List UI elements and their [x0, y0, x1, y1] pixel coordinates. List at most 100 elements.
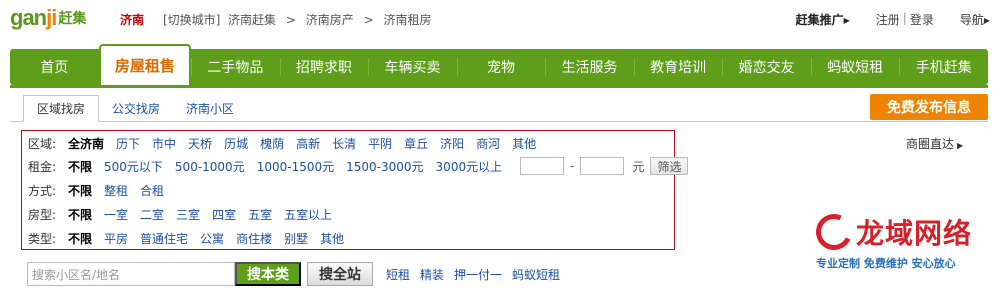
current-city: 济南: [120, 13, 145, 27]
nav-item-shortrent[interactable]: 蚂蚁短租: [810, 49, 900, 85]
filter-row-room: 房型: 不限 一室 二室 三室 四室 五室 五室以上: [28, 203, 344, 225]
filter-option[interactable]: 其他: [512, 135, 536, 152]
business-district-label: 商圈直达: [906, 137, 955, 151]
watermark-logo: 龙域网络 专业定制 免费维护 安心放心: [810, 208, 992, 272]
filter-option[interactable]: 历城: [224, 135, 248, 152]
logo-cn: 赶集: [58, 11, 87, 27]
nav-item-education[interactable]: 教育培训: [633, 49, 723, 85]
filter-row-area: 区域: 全济南 历下 市中 天桥 历城 槐荫 高新 长清 平阴 章丘 济阳 商河…: [28, 132, 548, 154]
filter-label: 方式:: [28, 183, 57, 198]
filter-option[interactable]: 不限: [68, 182, 92, 199]
filter-option[interactable]: 平房: [104, 230, 128, 247]
tab-bus-search[interactable]: 公交找房: [99, 95, 173, 121]
quick-link[interactable]: 押一付一: [454, 266, 502, 283]
filter-option[interactable]: 商河: [476, 135, 500, 152]
switch-city-link[interactable]: [切换城市]: [163, 11, 220, 28]
filter-option[interactable]: 1000-1500元: [257, 158, 334, 175]
main-nav: 首页 房屋租售 二手物品 招聘求职 车辆买卖 宠物 生活服务 教育培训 婚恋交友…: [10, 44, 988, 85]
filter-label: 区域:: [28, 136, 57, 151]
filter-option[interactable]: 整租: [104, 182, 128, 199]
promo-label: 赶集推广: [795, 13, 844, 27]
filter-option[interactable]: 500-1000元: [175, 158, 245, 175]
rent-max-input[interactable]: [580, 157, 625, 175]
filter-option[interactable]: 五室: [248, 206, 272, 223]
filter-option[interactable]: 合租: [140, 182, 164, 199]
filter-option[interactable]: 天桥: [188, 135, 212, 152]
search-site-button[interactable]: 搜全站: [307, 262, 373, 286]
breadcrumb-item[interactable]: 济南房产: [306, 13, 354, 27]
caret-right-icon: ▶: [983, 16, 990, 25]
nav-item-jobs[interactable]: 招聘求职: [279, 49, 369, 85]
filter-option[interactable]: 五室以上: [284, 206, 332, 223]
nav-item-home[interactable]: 首页: [10, 49, 99, 85]
search-placeholder: 搜索小区名/地名: [32, 267, 121, 282]
filter-option[interactable]: 公寓: [200, 230, 224, 247]
nav-item-cars[interactable]: 车辆买卖: [368, 49, 457, 85]
filter-option[interactable]: 全济南: [68, 135, 104, 152]
caret-right-icon: ▶: [843, 16, 850, 25]
nav-menu[interactable]: 导航▶: [960, 11, 990, 28]
nav-item-pets[interactable]: 宠物: [456, 49, 546, 85]
search-category-button[interactable]: 搜本类: [235, 262, 301, 286]
filter-option[interactable]: 平阴: [368, 135, 392, 152]
watermark-title: 龙域网络: [856, 217, 973, 250]
filter-option[interactable]: 普通住宅: [140, 230, 188, 247]
breadcrumb-separator: >: [285, 13, 296, 27]
business-district-link[interactable]: 商圈直达 ▶: [906, 135, 963, 152]
logo-mark: ganji: [10, 5, 57, 30]
filter-option[interactable]: 一室: [104, 206, 128, 223]
site-logo[interactable]: ganji 赶集: [10, 4, 86, 32]
filter-option[interactable]: 长清: [332, 135, 356, 152]
top-right-links: 赶集推广▶ 注册 | 登录 导航▶: [796, 11, 990, 28]
filter-box: 区域: 全济南 历下 市中 天桥 历城 槐荫 高新 长清 平阴 章丘 济阳 商河…: [21, 130, 689, 250]
filter-option[interactable]: 3000元以上: [436, 158, 503, 175]
quick-links: 短租 精装 押一付一 蚂蚁短租: [386, 266, 560, 283]
filter-option[interactable]: 四室: [212, 206, 236, 223]
filter-option[interactable]: 不限: [68, 230, 92, 247]
separator: |: [902, 11, 907, 25]
rent-filter-button[interactable]: 筛选: [650, 157, 689, 175]
quick-link[interactable]: 精装: [420, 266, 444, 283]
tab-area-search[interactable]: 区域找房: [23, 95, 100, 122]
nav-item-dating[interactable]: 婚恋交友: [722, 49, 811, 85]
watermark-mark-icon: [810, 208, 858, 256]
rent-unit: 元: [632, 159, 645, 174]
filter-option[interactable]: 济阳: [440, 135, 464, 152]
filter-option[interactable]: 其他: [320, 230, 344, 247]
login-link[interactable]: 登录: [910, 11, 934, 28]
search-input[interactable]: 搜索小区名/地名: [27, 262, 235, 286]
filter-option[interactable]: 章丘: [404, 135, 428, 152]
top-bar: ganji 赶集 济南 [切换城市] 济南赶集 > 济南房产 > 济南租房 赶集…: [0, 0, 1000, 38]
publish-button[interactable]: 免费发布信息: [870, 94, 988, 120]
filter-option[interactable]: 商住楼: [236, 230, 272, 247]
filter-option[interactable]: 1500-3000元: [346, 158, 423, 175]
filter-label: 租金:: [28, 159, 57, 174]
breadcrumb: 济南赶集 > 济南房产 > 济南租房: [228, 11, 431, 28]
search-tabs: 区域找房 公交找房 济南小区: [10, 95, 988, 122]
filter-option[interactable]: 三室: [176, 206, 200, 223]
filter-option[interactable]: 市中: [152, 135, 176, 152]
nav-underline: [10, 85, 988, 88]
nav-item-secondhand[interactable]: 二手物品: [191, 49, 280, 85]
quick-link[interactable]: 短租: [386, 266, 410, 283]
promo-menu[interactable]: 赶集推广▶: [796, 11, 850, 28]
tab-neighborhood[interactable]: 济南小区: [173, 95, 247, 121]
filter-option[interactable]: 不限: [68, 158, 92, 175]
quick-link[interactable]: 蚂蚁短租: [512, 266, 560, 283]
filter-label: 房型:: [28, 207, 57, 222]
filter-option[interactable]: 二室: [140, 206, 164, 223]
nav-item-housing[interactable]: 房屋租售: [98, 44, 192, 85]
register-link[interactable]: 注册: [876, 11, 900, 28]
rent-dash: -: [570, 159, 575, 173]
rent-min-input[interactable]: [520, 157, 565, 175]
breadcrumb-item[interactable]: 济南租房: [383, 13, 431, 27]
filter-option[interactable]: 500元以下: [104, 158, 163, 175]
nav-item-services[interactable]: 生活服务: [545, 49, 634, 85]
filter-option[interactable]: 槐荫: [260, 135, 284, 152]
breadcrumb-item[interactable]: 济南赶集: [228, 13, 276, 27]
nav-item-mobile[interactable]: 手机赶集: [899, 49, 988, 85]
filter-option[interactable]: 别墅: [284, 230, 308, 247]
filter-option[interactable]: 历下: [116, 135, 140, 152]
filter-option[interactable]: 高新: [296, 135, 320, 152]
filter-option[interactable]: 不限: [68, 206, 92, 223]
